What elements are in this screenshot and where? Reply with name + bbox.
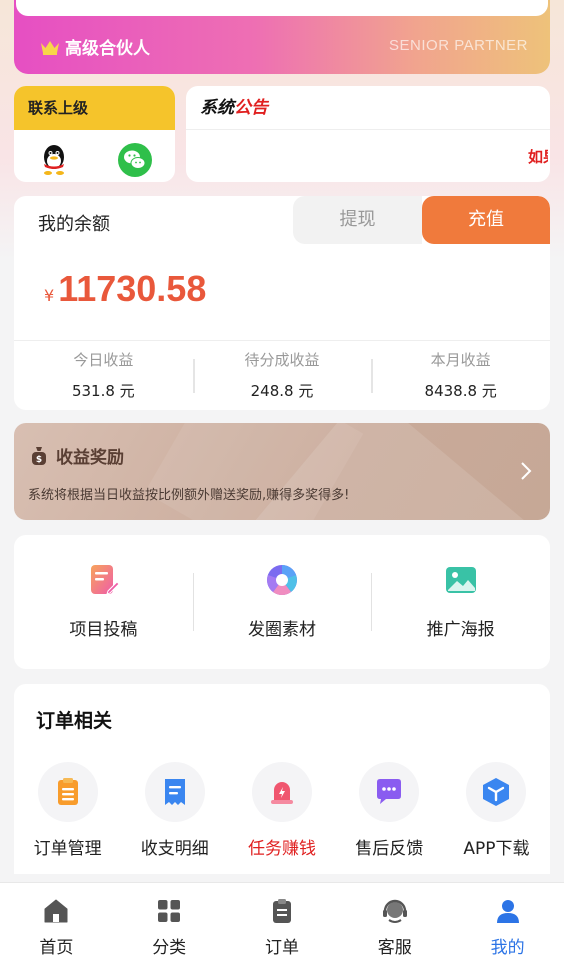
tool-label: 推广海报 xyxy=(426,620,495,640)
headset-icon xyxy=(382,899,407,923)
orders-section-title: 订单相关 xyxy=(36,710,113,732)
tab-mine[interactable]: 我的 xyxy=(451,883,564,960)
partner-level-english: SENIOR PARTNER xyxy=(389,37,528,54)
alarm-task-icon xyxy=(271,782,293,804)
stat-value: 248.8 元 xyxy=(250,382,314,400)
tools-card: 项目投稿 发圈素材 推广海报 xyxy=(14,535,550,669)
image-icon xyxy=(445,567,476,593)
order-item-management[interactable]: 订单管理 xyxy=(14,762,121,859)
balance-value: 11730.58 xyxy=(58,268,207,309)
tool-promo-poster[interactable]: 推广海报 xyxy=(371,535,550,669)
svg-text:$: $ xyxy=(36,455,42,465)
partner-level-card[interactable]: 高级合伙人 SENIOR PARTNER xyxy=(14,0,550,74)
stat-label: 本月收益 xyxy=(430,351,491,369)
order-item-label: 收支明细 xyxy=(140,839,209,859)
tab-customer-service[interactable]: 客服 xyxy=(338,883,451,960)
stat-today: 今日收益 531.8 元 xyxy=(14,341,193,410)
balance-label: 我的余额 xyxy=(38,214,110,235)
partner-level-title: 高级合伙人 xyxy=(40,34,150,59)
stat-divider xyxy=(192,359,195,393)
balance-amount: ¥ 11730.58 xyxy=(44,268,206,310)
order-item-after-sales[interactable]: 售后反馈 xyxy=(336,762,443,859)
bottom-tab-bar: 首页 分类 订单 客服 我的 xyxy=(0,882,564,960)
user-icon xyxy=(496,900,519,923)
stat-month: 本月收益 8438.8 元 xyxy=(371,341,550,410)
stat-value: 8438.8 元 xyxy=(424,382,497,400)
stat-label: 待分成收益 xyxy=(244,351,320,369)
icon-circle xyxy=(37,762,98,822)
tool-moments-material[interactable]: 发圈素材 xyxy=(192,535,372,669)
icon-circle xyxy=(359,762,420,822)
order-list-icon xyxy=(57,778,78,805)
partner-level-label: 高级合伙人 xyxy=(65,39,150,59)
tab-label: 订单 xyxy=(264,938,299,958)
tab-home[interactable]: 首页 xyxy=(0,883,113,960)
receipt-icon xyxy=(164,779,185,805)
tool-divider xyxy=(192,573,194,631)
withdraw-button[interactable]: 提现 xyxy=(293,196,422,244)
chat-bubble-icon xyxy=(377,779,402,804)
tab-label: 分类 xyxy=(152,938,187,958)
reward-title-label: 收益奖励 xyxy=(56,448,124,468)
contact-superior-title: 联系上级 xyxy=(14,86,175,130)
system-notice-card[interactable]: 系统公告 如果 xyxy=(186,86,550,182)
chevron-right-icon xyxy=(521,462,532,480)
order-item-label: 售后反馈 xyxy=(355,839,424,859)
icon-circle xyxy=(252,762,312,822)
reward-title: $ 收益奖励 xyxy=(30,443,124,468)
notice-title-part2: 公告 xyxy=(234,98,268,118)
contact-superior-card: 联系上级 xyxy=(14,86,175,182)
clipboard-icon xyxy=(272,899,291,923)
profile-card-bottom-edge xyxy=(16,0,548,16)
tool-project-submit[interactable]: 项目投稿 xyxy=(14,535,193,669)
order-item-income-expense[interactable]: 收支明细 xyxy=(121,762,228,859)
tab-label: 客服 xyxy=(377,938,412,958)
order-item-app-download[interactable]: APP下载 xyxy=(443,762,550,859)
cube-icon xyxy=(483,778,510,806)
system-notice-title: 系统公告 xyxy=(186,86,550,130)
earnings-reward-banner[interactable]: $ 收益奖励 系统将根据当日收益按比例额外赠送奖励,赚得多奖得多! xyxy=(14,423,550,520)
notice-title-part1: 系统 xyxy=(200,98,234,118)
reward-description: 系统将根据当日收益按比例额外赠送奖励,赚得多奖得多! xyxy=(28,488,350,503)
grid-icon xyxy=(158,900,181,922)
tab-category[interactable]: 分类 xyxy=(113,883,226,960)
home-icon xyxy=(44,899,68,923)
orders-section: 订单相关 订单管理 收支明细 任务赚钱 售后反馈 APP下载 xyxy=(14,684,550,874)
tab-label: 首页 xyxy=(39,938,74,958)
aperture-icon xyxy=(267,565,297,595)
currency-symbol: ¥ xyxy=(44,286,55,305)
tab-label: 我的 xyxy=(490,938,525,958)
order-item-task-earn[interactable]: 任务赚钱 xyxy=(228,762,335,859)
icon-circle xyxy=(144,762,205,822)
tool-label: 项目投稿 xyxy=(69,620,138,640)
order-item-label: APP下载 xyxy=(463,839,530,859)
document-edit-icon xyxy=(91,565,121,595)
notice-marquee-text: 如果 xyxy=(528,148,548,166)
qq-icon[interactable] xyxy=(36,142,72,178)
money-bag-icon: $ xyxy=(32,446,46,465)
earnings-stats: 今日收益 531.8 元 待分成收益 248.8 元 本月收益 8438.8 元 xyxy=(14,340,550,410)
stat-pending: 待分成收益 248.8 元 xyxy=(192,341,372,410)
balance-card: 我的余额 提现 充值 ¥ 11730.58 今日收益 531.8 元 待分成收益… xyxy=(14,196,550,410)
wechat-icon[interactable] xyxy=(117,142,153,178)
order-item-label: 订单管理 xyxy=(33,839,102,859)
order-item-label: 任务赚钱 xyxy=(248,839,316,859)
stat-divider xyxy=(371,359,374,393)
tool-label: 发圈素材 xyxy=(248,620,316,640)
tab-orders[interactable]: 订单 xyxy=(226,883,339,960)
crown-icon xyxy=(41,40,59,55)
stat-label: 今日收益 xyxy=(73,351,134,369)
tool-divider xyxy=(371,573,373,631)
recharge-button[interactable]: 充值 xyxy=(422,196,550,244)
stat-value: 531.8 元 xyxy=(71,382,135,400)
icon-circle xyxy=(466,762,527,822)
